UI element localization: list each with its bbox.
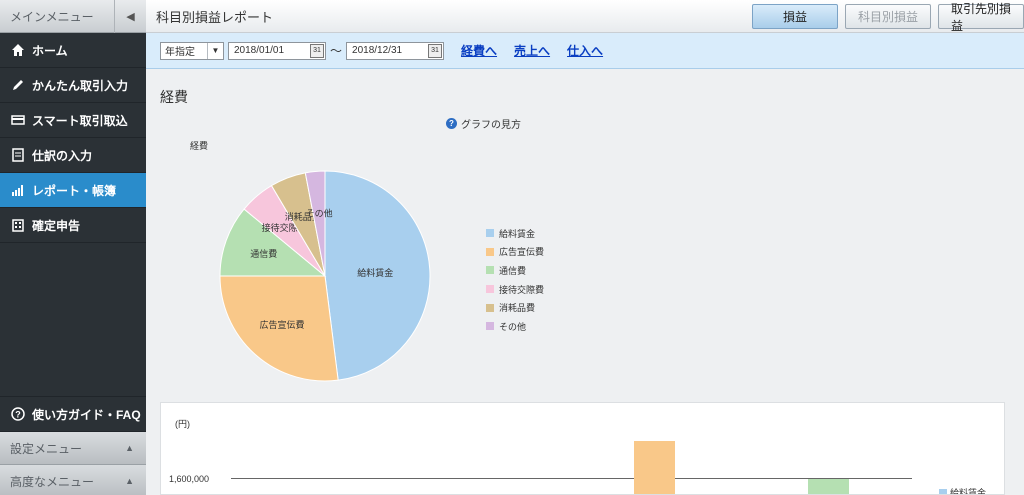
legend-label: 広告宣伝費 (499, 247, 545, 258)
building-icon (10, 217, 26, 233)
pie-legend: 給料賃金広告宣伝費通信費接待交際費消耗品費その他 (486, 224, 544, 336)
legend-item[interactable]: 通信費 (486, 261, 544, 280)
legend-swatch (486, 303, 494, 312)
main-menu-label: メインメニュー (10, 9, 94, 24)
chevron-up-icon: ▲ (125, 443, 134, 453)
sidebar-item-home[interactable]: ホーム (0, 33, 146, 68)
chevron-up-icon: ▲ (125, 476, 134, 486)
legend-label: その他 (499, 321, 527, 332)
bar-chart-legend: 給料賃金 (939, 486, 987, 495)
bar-legend-label: 給料賃金 (950, 488, 987, 495)
svg-text:?: ? (15, 410, 21, 420)
pie-label-5: その他 (306, 207, 333, 218)
legend-swatch (486, 229, 494, 238)
advanced-menu-label: 高度なメニュー (10, 474, 95, 489)
chevron-left-icon: ◀ (126, 10, 135, 23)
sidebar-item-smart-import[interactable]: スマート取引取込 (0, 103, 146, 138)
legend-swatch (486, 247, 494, 256)
bar-chart-panel: (円) 1,600,000 給料賃金 (160, 402, 1005, 495)
sidebar-item-journal-entry[interactable]: 仕訳の入力 (0, 138, 146, 173)
sidebar-item-label: 確定申告 (32, 218, 81, 233)
sidebar-item-label: かんたん取引入力 (32, 78, 129, 93)
main-menu-header: メインメニュー ◀ (0, 0, 146, 33)
legend-label: 消耗品費 (499, 303, 536, 314)
pie-chart: 給料賃金広告宣伝費通信費接待交際費消耗品費その他 (219, 170, 431, 382)
legend-item[interactable]: 消耗品費 (486, 298, 544, 317)
pie-label-2: 通信費 (250, 248, 277, 259)
sidebar-item-tax-return[interactable]: 確定申告 (0, 208, 146, 243)
sidebar-item-label: スマート取引取込 (32, 113, 128, 128)
home-icon (10, 42, 26, 58)
question-icon: ? (10, 406, 26, 422)
document-icon (10, 147, 26, 163)
help-faq-label: 使い方ガイド・FAQ (32, 407, 141, 422)
legend-swatch (486, 322, 494, 331)
bar-chart-unit: (円) (175, 419, 190, 429)
bar-series-comm (808, 479, 849, 494)
legend-item[interactable]: 接待交際費 (486, 280, 544, 299)
card-icon (10, 112, 26, 128)
legend-item[interactable]: 給料賃金 (486, 224, 544, 243)
legend-label: 通信費 (499, 265, 527, 276)
legend-label: 接待交際費 (499, 284, 545, 295)
legend-item[interactable]: その他 (486, 317, 544, 336)
legend-swatch (486, 285, 494, 294)
pie-label-1: 広告宣伝費 (259, 319, 304, 330)
settings-menu-label: 設定メニュー (10, 441, 83, 456)
sidebar-item-reports[interactable]: レポート・帳簿 (0, 173, 146, 208)
collapse-sidebar-button[interactable]: ◀ (114, 0, 146, 33)
sidebar: メインメニュー ◀ ホーム かんたん取引入力 スマート取引取込 仕訳の入力 レポ… (0, 0, 146, 495)
bar-series-ad (634, 441, 675, 494)
main-content: 科目別損益レポート 損益 科目別損益 取引先別損益 年指定 ▼ 2018/01/… (146, 0, 1024, 495)
legend-label: 給料賃金 (499, 228, 536, 239)
bar-legend-swatch (939, 488, 947, 494)
advanced-menu-toggle[interactable]: 高度なメニュー ▲ (0, 465, 146, 495)
chart-icon (10, 182, 26, 198)
pencil-icon (10, 77, 26, 93)
help-faq-link[interactable]: ? 使い方ガイド・FAQ (0, 396, 146, 432)
sidebar-item-simple-entry[interactable]: かんたん取引入力 (0, 68, 146, 103)
sidebar-item-label: ホーム (32, 43, 68, 58)
sidebar-item-label: 仕訳の入力 (32, 148, 93, 163)
pie-label-0: 給料賃金 (357, 267, 393, 278)
legend-swatch (486, 266, 494, 275)
settings-menu-toggle[interactable]: 設定メニュー ▲ (0, 432, 146, 465)
sidebar-item-label: レポート・帳簿 (32, 183, 117, 198)
legend-item[interactable]: 広告宣伝費 (486, 243, 544, 262)
bar-chart-tick-label: 1,600,000 (169, 474, 210, 484)
